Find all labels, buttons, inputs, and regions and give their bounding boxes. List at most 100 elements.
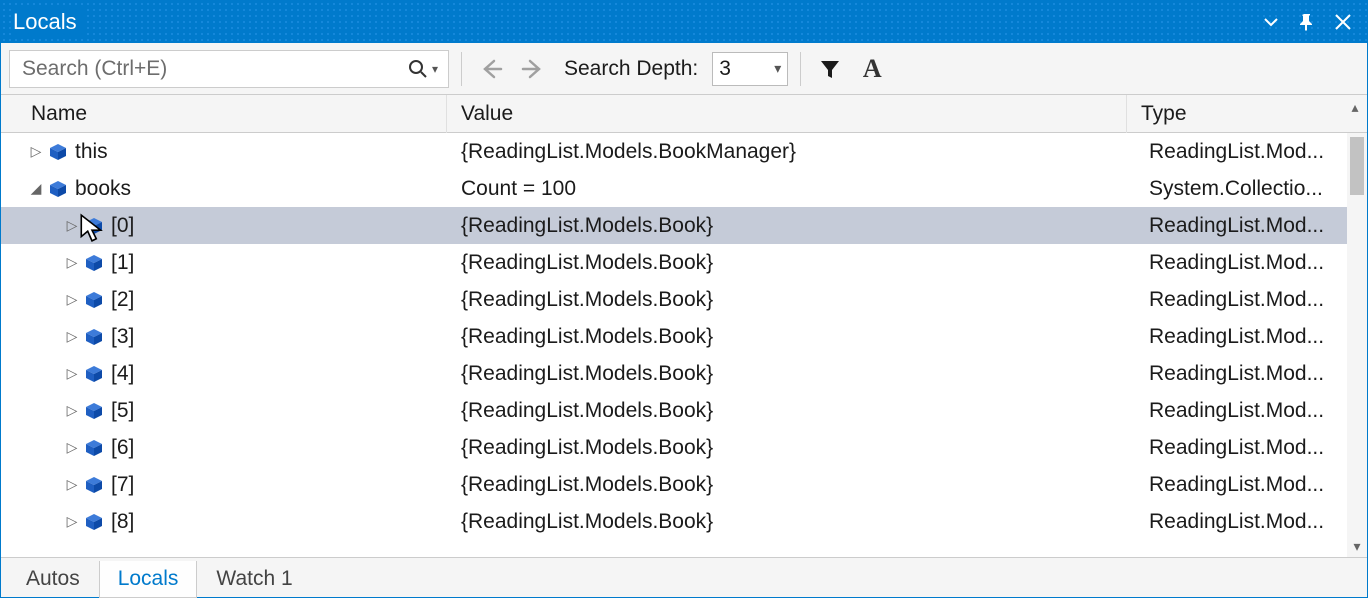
expander[interactable]: ◢ xyxy=(25,180,47,197)
grid-row[interactable]: ▷ [7]{ReadingList.Models.Book}ReadingLis… xyxy=(1,466,1367,503)
cell-value[interactable]: {ReadingList.Models.Book} xyxy=(447,473,1135,497)
scroll-down-button[interactable]: ▾ xyxy=(1347,538,1367,555)
tab-autos[interactable]: Autos xyxy=(7,560,99,598)
search-box[interactable]: ▾ xyxy=(9,50,449,88)
cell-value[interactable]: {ReadingList.Models.Book} xyxy=(447,510,1135,534)
cell-name: ▷ [4] xyxy=(1,362,447,386)
expander[interactable]: ▷ xyxy=(61,328,83,345)
grid-row[interactable]: ▷ [1] {ReadingList.Models.Book}ReadingLis… xyxy=(1,244,1367,281)
cell-name: ▷ [0] xyxy=(1,214,447,238)
titlebar-title: Locals xyxy=(13,9,87,35)
nav-forward-button[interactable] xyxy=(516,52,550,86)
pin-icon xyxy=(1298,13,1316,31)
cell-value[interactable]: {ReadingList.Models.Book} xyxy=(447,399,1135,423)
separator xyxy=(800,52,801,86)
cell-value[interactable]: {ReadingList.Models.Book} xyxy=(447,251,1135,275)
object-icon xyxy=(48,143,68,161)
expander[interactable]: ▷ xyxy=(61,402,83,419)
cell-value[interactable]: {ReadingList.Models.Book} xyxy=(447,436,1135,460)
cell-value[interactable]: {ReadingList.Models.Book} xyxy=(447,214,1135,238)
object-icon xyxy=(83,254,105,272)
cell-type: ReadingList.Mod... xyxy=(1135,362,1367,386)
grid-row[interactable]: ▷ [5]{ReadingList.Models.Book}ReadingLis… xyxy=(1,392,1367,429)
grid-row[interactable]: ▷ [3]{ReadingList.Models.Book}ReadingLis… xyxy=(1,318,1367,355)
cell-name: ◢ books xyxy=(1,177,447,201)
grid-row[interactable]: ▷ [2]{ReadingList.Models.Book}ReadingLis… xyxy=(1,281,1367,318)
cell-type: ReadingList.Mod... xyxy=(1135,251,1367,275)
tab-locals[interactable]: Locals xyxy=(99,561,198,598)
cell-value[interactable]: {ReadingList.Models.BookManager} xyxy=(447,140,1135,164)
variable-name: [8] xyxy=(105,510,134,534)
variable-name: [0] xyxy=(105,214,134,238)
expander[interactable]: ▷ xyxy=(61,217,83,234)
cell-type: ReadingList.Mod... xyxy=(1135,140,1367,164)
object-icon xyxy=(84,439,104,457)
grid-row[interactable]: ▷ this{ReadingList.Models.BookManager}Re… xyxy=(1,133,1367,170)
window-dropdown-button[interactable] xyxy=(1253,14,1289,30)
expander[interactable]: ▷ xyxy=(61,513,83,530)
search-depth-combo[interactable]: 3 ▾ xyxy=(712,52,788,86)
column-header-name[interactable]: Name xyxy=(1,95,447,133)
locals-window: Locals ▾ xyxy=(0,0,1368,598)
object-icon xyxy=(83,439,105,457)
grid-row[interactable]: ▷ [8]{ReadingList.Models.Book}ReadingLis… xyxy=(1,503,1367,540)
expander[interactable]: ▷ xyxy=(61,476,83,493)
bottom-tabs: AutosLocalsWatch 1 xyxy=(1,557,1367,597)
expander[interactable]: ▷ xyxy=(61,439,83,456)
text-visualizer-button[interactable]: A xyxy=(855,52,889,86)
nav-back-button[interactable] xyxy=(474,52,508,86)
object-icon xyxy=(47,143,69,161)
tab-watch-1[interactable]: Watch 1 xyxy=(197,560,311,598)
variable-name: [7] xyxy=(105,473,134,497)
object-icon xyxy=(47,180,69,198)
object-icon xyxy=(83,217,105,235)
cell-type: ReadingList.Mod... xyxy=(1135,214,1367,238)
column-header-type[interactable]: Type xyxy=(1127,95,1367,133)
cell-value[interactable]: {ReadingList.Models.Book} xyxy=(447,362,1135,386)
grid-header: Name Value Type ▴ xyxy=(1,95,1367,133)
expander[interactable]: ▷ xyxy=(25,143,47,160)
cell-name: ▷ this xyxy=(1,140,447,164)
titlebar: Locals xyxy=(1,1,1367,43)
filter-button[interactable] xyxy=(813,52,847,86)
cell-type: ReadingList.Mod... xyxy=(1135,510,1367,534)
cell-name: ▷ [2] xyxy=(1,288,447,312)
search-button[interactable]: ▾ xyxy=(404,59,442,79)
search-input[interactable] xyxy=(20,56,404,82)
cell-name: ▷ [8] xyxy=(1,510,447,534)
cell-type: ReadingList.Mod... xyxy=(1135,436,1367,460)
object-icon xyxy=(84,476,104,494)
cell-name: ▷ [3] xyxy=(1,325,447,349)
expander[interactable]: ▷ xyxy=(61,254,83,271)
object-icon xyxy=(83,291,105,309)
vertical-scrollbar[interactable]: ▾ xyxy=(1347,133,1367,557)
variable-name: books xyxy=(69,177,131,201)
grid-row[interactable]: ▷ [4]{ReadingList.Models.Book}ReadingLis… xyxy=(1,355,1367,392)
object-icon xyxy=(83,328,105,346)
variable-name: [3] xyxy=(105,325,134,349)
grid-row[interactable]: ▷ [6]{ReadingList.Models.Book}ReadingLis… xyxy=(1,429,1367,466)
object-icon xyxy=(84,365,104,383)
arrow-right-icon xyxy=(521,57,545,81)
scrollbar-thumb[interactable] xyxy=(1350,137,1364,195)
pin-button[interactable] xyxy=(1289,13,1325,31)
close-icon xyxy=(1333,12,1353,32)
expander[interactable]: ▷ xyxy=(61,365,83,382)
object-icon xyxy=(48,180,68,198)
cell-value[interactable]: {ReadingList.Models.Book} xyxy=(447,288,1135,312)
search-depth-label: Search Depth: xyxy=(558,57,704,81)
column-header-value[interactable]: Value xyxy=(447,95,1127,133)
variable-name: [1] xyxy=(105,251,134,275)
expander[interactable]: ▷ xyxy=(61,291,83,308)
grid-row[interactable]: ◢ booksCount = 100System.Collectio... xyxy=(1,170,1367,207)
toolbar: ▾ Search Depth: 3 ▾ A xyxy=(1,43,1367,95)
grid-row[interactable]: ▷ [0]{ReadingList.Models.Book}ReadingLis… xyxy=(1,207,1367,244)
variable-name: [2] xyxy=(105,288,134,312)
cell-value[interactable]: Count = 100 xyxy=(447,177,1135,201)
close-button[interactable] xyxy=(1325,12,1361,32)
scroll-up-button[interactable]: ▴ xyxy=(1345,99,1365,116)
cell-type: ReadingList.Mod... xyxy=(1135,288,1367,312)
cell-value[interactable]: {ReadingList.Models.Book} xyxy=(447,325,1135,349)
chevron-down-icon xyxy=(1263,14,1279,30)
variable-name: [4] xyxy=(105,362,134,386)
